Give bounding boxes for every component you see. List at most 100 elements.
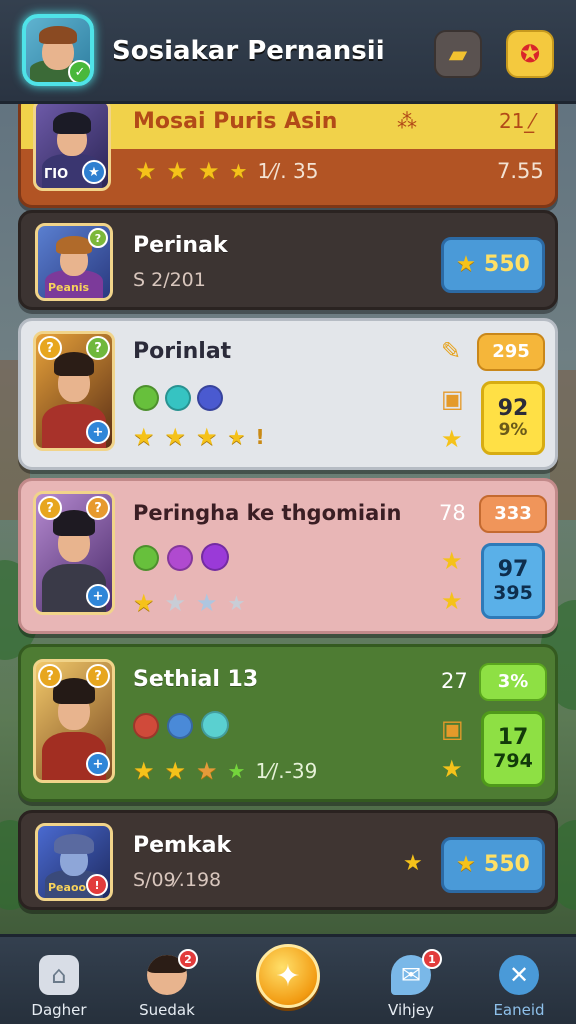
add-icon[interactable]: + <box>86 420 110 444</box>
stat-top: 17 <box>497 725 529 751</box>
star-icon: ★ <box>227 759 246 783</box>
buy-button[interactable]: ★ 550 <box>441 837 545 893</box>
gem-icon <box>133 385 159 411</box>
list-item[interactable]: ? ? + Peringha ke thgomiain ★ ★ ★ ★ 78 3… <box>18 478 558 634</box>
star-badge-icon: ✪ <box>519 40 541 68</box>
star-icon: ★ <box>164 589 187 617</box>
star-icon: ★ <box>164 423 187 451</box>
gem-icon <box>165 385 191 411</box>
element-badge-icon: ? <box>86 336 110 360</box>
star-icon: ★ <box>403 851 423 876</box>
stat-top: 97 <box>497 557 529 583</box>
list-item[interactable]: Peanis ? Perinak S 2/201 ★ 550 <box>18 210 558 310</box>
level-badge-icon: ✓ <box>68 60 90 82</box>
star-icon: ★ <box>456 852 476 877</box>
nav-item-profile[interactable]: 2 Suedak <box>122 945 212 1024</box>
row-value-right: 21 ⁄̲ <box>499 109 535 133</box>
stat-pill[interactable]: 97 395 <box>481 543 545 619</box>
stat-pill[interactable]: 17 794 <box>481 711 545 787</box>
character-portrait: ? ? + <box>33 659 115 783</box>
row-subtitle: S 2/201 <box>133 269 206 291</box>
row-value-left: ⁂ <box>397 109 417 133</box>
rating-text: 1⁄/.-39 <box>255 759 318 783</box>
stat-bottom: 794 <box>493 749 533 772</box>
star-rating: ★ ★ ★ ★ 1⁄/. 35 <box>135 159 318 183</box>
gem-icon <box>167 545 193 571</box>
star-icon: ★ <box>227 591 246 615</box>
price-value: 550 <box>483 252 530 278</box>
star-icon: ★ <box>229 159 248 183</box>
list-item[interactable]: ? ? + Sethial 13 ★ ★ ★ ★ 1⁄/.-39 27 3% ▣… <box>18 644 558 802</box>
rank-badge-icon: ? <box>38 664 62 688</box>
stat-top: 92 <box>497 395 529 421</box>
add-icon[interactable]: + <box>86 752 110 776</box>
list-item[interactable]: Peaoo ! Pemkak S/09⁄.198 ★ ★ 550 <box>18 810 558 910</box>
portrait-badge-icon: ? <box>88 228 108 248</box>
star-icon: ★ <box>133 423 155 451</box>
center-reward-button[interactable]: ✦ <box>256 944 320 1008</box>
sword-icon: ✎ <box>441 337 462 365</box>
star-icon: ★ <box>164 757 187 785</box>
character-portrait: ΓΙΟ ★ <box>33 99 111 191</box>
nav-item-home[interactable]: ⌂ Dagher <box>14 945 104 1024</box>
rank-badge-icon: ? <box>38 496 62 520</box>
buy-button[interactable]: ★ 550 <box>441 237 545 293</box>
treasure-icon: ▰ <box>448 40 468 68</box>
level-pill: 295 <box>477 333 545 371</box>
portrait-label: Peanis <box>48 281 90 294</box>
gem-icon <box>201 711 229 739</box>
stat-bottom: 9% <box>498 419 528 440</box>
gem-icon <box>133 545 159 571</box>
home-icon: ⌂ <box>39 955 79 995</box>
star-icon: ★ <box>227 425 246 449</box>
list-item[interactable]: ΓΙΟ ★ Mosai Puris Asin ⁂ 21 ⁄̲ ★ ★ ★ ★ 1… <box>18 92 558 208</box>
star-icon: ★ <box>166 157 189 185</box>
app-title: Sosiakar Pernansii <box>112 36 385 66</box>
nav-item-close[interactable]: ✕ Eaneid <box>474 945 564 1024</box>
star-icon: ★ <box>441 547 463 575</box>
gem-icon <box>197 385 223 411</box>
add-icon[interactable]: + <box>86 584 110 608</box>
element-badge-icon: ? <box>86 664 110 688</box>
element-badge-icon: ? <box>86 496 110 520</box>
star-icon: ★ <box>196 757 218 785</box>
crate-icon: ▣ <box>441 385 464 413</box>
top-header: ✓ Sosiakar Pernansii ▰ ✪ <box>0 0 576 104</box>
star-rating: ★ ★ ★ ★ 1⁄/.-39 <box>133 759 317 783</box>
row-score: 7.55 <box>497 159 544 183</box>
list-item[interactable]: ? ? + Porinlat ★ ★ ★ ★ ! ✎ 295 ▣ ★ 92 9% <box>18 318 558 470</box>
row-tail: ! <box>255 425 265 449</box>
gem-icon <box>133 713 159 739</box>
star-icon: ★ <box>441 425 463 453</box>
star-icon: ★ <box>196 589 218 617</box>
row-name: Mosai Puris Asin <box>133 109 338 134</box>
player-avatar[interactable]: ✓ <box>22 14 94 86</box>
star-badge-button[interactable]: ✪ <box>506 30 554 78</box>
character-portrait: ? ? + <box>33 491 115 615</box>
star-icon: ★ <box>135 157 157 185</box>
gem-icon <box>167 713 193 739</box>
crate-icon: ▣ <box>441 715 464 743</box>
gem-icon <box>201 543 229 571</box>
level-pill: 333 <box>479 495 547 533</box>
row-name: Peringha ke thgomiain <box>133 501 402 525</box>
star-icon: ★ <box>196 423 218 451</box>
price-value: 550 <box>483 852 530 878</box>
character-portrait: ? ? + <box>33 331 115 451</box>
star-icon: ★ <box>441 755 463 783</box>
star-rating: ★ ★ ★ ★ <box>133 591 245 615</box>
treasure-button[interactable]: ▰ <box>434 30 482 78</box>
row-side-value: 27 <box>441 669 468 693</box>
portrait-label: ΓΙΟ <box>44 167 69 182</box>
row-side-value: 78 <box>439 501 466 525</box>
row-name: Pemkak <box>133 833 232 858</box>
nav-item-chat[interactable]: ✉ 1 Vihjey <box>366 945 456 1024</box>
star-icon: ★ <box>198 157 220 185</box>
portrait-badge-icon: ★ <box>82 160 106 184</box>
notification-badge: 2 <box>178 949 198 969</box>
row-name: Sethial 13 <box>133 667 259 692</box>
stat-pill[interactable]: 92 9% <box>481 381 545 455</box>
row-name: Perinak <box>133 233 228 258</box>
star-icon: ★ <box>133 589 155 617</box>
star-icon: ★ <box>133 757 155 785</box>
